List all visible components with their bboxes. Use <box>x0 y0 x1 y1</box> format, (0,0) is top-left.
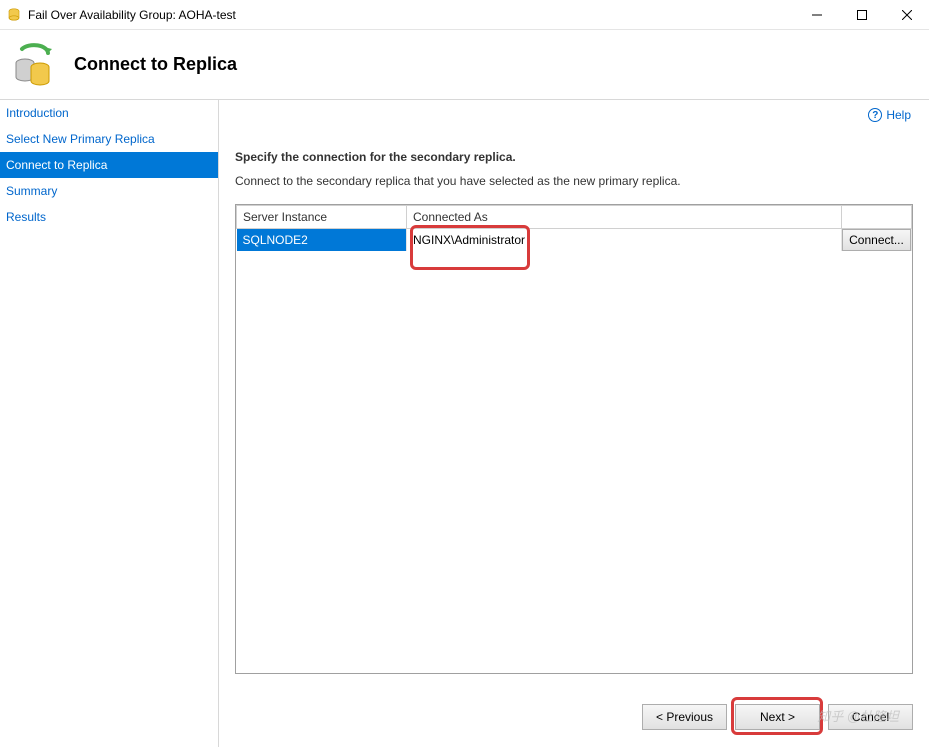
previous-button[interactable]: < Previous <box>642 704 727 730</box>
minimize-button[interactable] <box>794 0 839 29</box>
help-icon: ? <box>868 108 882 122</box>
app-icon <box>6 7 22 23</box>
help-label: Help <box>886 108 911 122</box>
failover-icon <box>10 41 58 89</box>
cancel-button[interactable]: Cancel <box>828 704 913 730</box>
cell-server-instance: SQLNODE2 <box>237 229 407 252</box>
page-title: Connect to Replica <box>74 54 237 75</box>
sidebar-item-results[interactable]: Results <box>0 204 218 230</box>
maximize-button[interactable] <box>839 0 884 29</box>
help-link[interactable]: ? Help <box>868 108 911 122</box>
sidebar-item-introduction[interactable]: Introduction <box>0 100 218 126</box>
instruction-heading: Specify the connection for the secondary… <box>235 150 913 164</box>
sidebar-item-select-primary[interactable]: Select New Primary Replica <box>0 126 218 152</box>
wizard-header: Connect to Replica <box>0 30 929 100</box>
next-button[interactable]: Next > <box>735 704 820 730</box>
instruction-text: Connect to the secondary replica that yo… <box>235 174 913 188</box>
sidebar-item-connect-replica[interactable]: Connect to Replica <box>0 152 218 178</box>
replica-grid: Server Instance Connected As SQLNODE2 NG… <box>235 204 913 674</box>
col-connected-as[interactable]: Connected As <box>407 206 842 229</box>
col-server-instance[interactable]: Server Instance <box>237 206 407 229</box>
cell-connected-as: NGINX\Administrator <box>407 229 842 252</box>
wizard-sidebar: Introduction Select New Primary Replica … <box>0 100 219 747</box>
col-connect-action <box>842 206 912 229</box>
replica-table: Server Instance Connected As SQLNODE2 NG… <box>236 205 912 251</box>
cell-connect-button: Connect... <box>842 229 912 252</box>
sidebar-item-summary[interactable]: Summary <box>0 178 218 204</box>
wizard-main: ? Help Specify the connection for the se… <box>219 100 929 747</box>
titlebar: Fail Over Availability Group: AOHA-test <box>0 0 929 30</box>
close-button[interactable] <box>884 0 929 29</box>
wizard-body: Introduction Select New Primary Replica … <box>0 100 929 747</box>
window-title: Fail Over Availability Group: AOHA-test <box>28 8 794 22</box>
content-area: Specify the connection for the secondary… <box>219 100 929 687</box>
connect-button[interactable]: Connect... <box>842 229 911 251</box>
window-controls <box>794 0 929 29</box>
table-row[interactable]: SQLNODE2 NGINX\Administrator Connect... <box>237 229 912 252</box>
wizard-footer: < Previous Next > Cancel <box>219 687 929 747</box>
